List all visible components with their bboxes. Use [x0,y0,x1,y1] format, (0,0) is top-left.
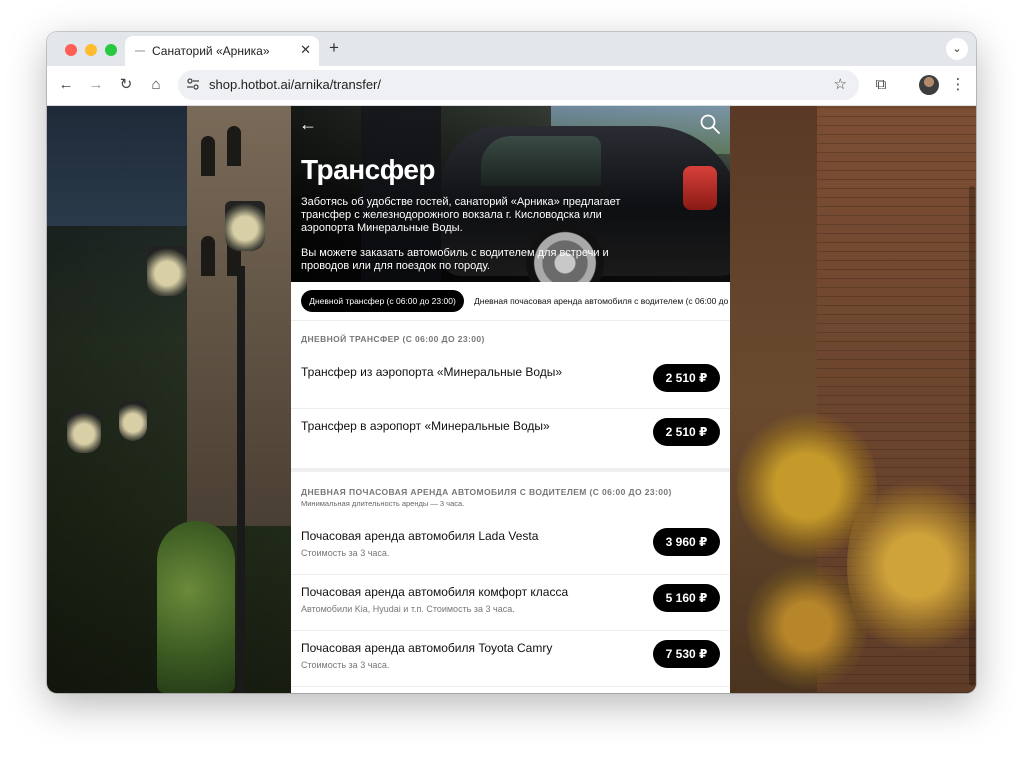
item-name: Почасовая аренда автомобиля комфорт клас… [301,585,569,599]
item-name: Почасовая аренда автомобиля Lada Vesta [301,529,539,543]
list-item[interactable]: Почасовая аренда автомобиля комфорт клас… [291,574,730,631]
background-window [201,136,215,176]
home-button[interactable]: ⌂ [146,75,166,95]
section-title: Дневная почасовая аренда автомобиля с во… [301,487,672,497]
search-icon[interactable] [699,113,721,135]
item-name: Трансфер в аэропорт «Минеральные Воды» [301,419,550,433]
page-scrollbar[interactable] [968,106,976,693]
price-button[interactable]: 2 510 ₽ [653,364,720,392]
forward-button[interactable]: → [86,75,106,95]
back-arrow-icon[interactable]: ← [299,114,319,134]
favicon-icon [135,50,145,52]
section-title: Дневной трансфер (с 06:00 до 23:00) [301,334,485,344]
back-button[interactable]: ← [56,75,76,95]
list-item[interactable]: Трансфер из аэропорта «Минеральные Воды»… [291,352,730,409]
street-lamp [67,411,101,453]
order-paragraph: Вы можете заказать автомобиль с водителе… [301,247,609,272]
autumn-leaves [747,556,867,693]
price-button[interactable]: 7 530 ₽ [653,640,720,668]
transfer-page: ← Трансфер Заботясь об удобстве гостей, … [291,106,730,693]
address-bar[interactable]: shop.hotbot.ai/arnika/transfer/ ☆ [178,70,859,100]
browser-window: Санаторий «Арника» ✕ + ⌄ ← → ↻ ⌂ shop.ho… [47,32,976,693]
window-controls [65,44,117,56]
page-viewport: ← Трансфер Заботясь об удобстве гостей, … [47,106,976,693]
background-tree [157,521,235,693]
street-lamp [225,201,265,251]
price-button[interactable]: 3 960 ₽ [653,528,720,556]
background-window [201,236,215,276]
minimize-window-button[interactable] [85,44,97,56]
scrollbar-thumb[interactable] [969,186,975,686]
background-window [227,126,241,166]
street-lamp [147,246,187,296]
reload-button[interactable]: ↻ [116,75,136,95]
hero-car-taillight [683,166,717,210]
browser-menu-icon[interactable]: ⋮ [948,75,968,95]
tune-icon [187,78,199,90]
close-window-button[interactable] [65,44,77,56]
price-button[interactable]: 5 160 ₽ [653,584,720,612]
page-title: Трансфер [301,154,436,185]
browser-tab[interactable]: Санаторий «Арника» ✕ [125,36,319,66]
tab-daytime-transfer[interactable]: Дневной трансфер (с 06:00 до 23:00) [301,290,464,312]
url-text: shop.hotbot.ai/arnika/transfer/ [209,77,381,92]
tab-bar: Санаторий «Арника» ✕ + ⌄ [47,32,976,66]
hero-car-window [481,136,601,186]
item-description: Стоимость за 3 часа. [301,548,390,558]
extensions-icon[interactable]: ⧉ [871,75,891,95]
item-name: Почасовая аренда автомобиля Toyota Camry [301,641,553,655]
lamp-pole [237,266,245,693]
item-description: Стоимость за 3 часа. [301,660,390,670]
street-lamp [119,401,147,441]
site-settings-icon[interactable] [186,77,200,94]
list-item[interactable]: Почасовая аренда автомобиля Lada Vesta С… [291,518,730,575]
browser-toolbar: ← → ↻ ⌂ shop.hotbot.ai/arnika/transfer/ … [47,66,976,106]
intro-paragraph: Заботясь об удобстве гостей, санаторий «… [301,196,621,234]
item-name: Трансфер из аэропорта «Минеральные Воды» [301,365,563,379]
hero-banner: ← Трансфер Заботясь об удобстве гостей, … [291,106,730,282]
list-item[interactable]: Почасовая аренда автомобиля Toyota Camry… [291,630,730,687]
section-divider [291,468,730,472]
price-button[interactable]: 2 510 ₽ [653,418,720,446]
item-description: Автомобили Kia, Hyudai и т.п. Стоимость … [301,604,515,614]
list-item[interactable]: Трансфер в аэропорт «Минеральные Воды» 2… [291,408,730,464]
tab-title: Санаторий «Арника» [152,44,270,58]
category-tabs: Дневной трансфер (с 06:00 до 23:00) Днев… [291,282,730,321]
new-tab-button[interactable]: + [329,38,339,58]
tab-hourly-rental[interactable]: Дневная почасовая аренда автомобиля с во… [474,290,730,312]
section-subtitle: Минимальная длительность аренды — 3 часа… [301,499,465,508]
tab-search-button[interactable]: ⌄ [946,38,968,60]
magnifier-icon [700,114,720,134]
maximize-window-button[interactable] [105,44,117,56]
tab-close-icon[interactable]: ✕ [300,42,311,58]
bookmark-star-icon[interactable]: ☆ [834,75,847,93]
profile-avatar[interactable] [919,75,939,95]
background-sky [47,106,187,226]
